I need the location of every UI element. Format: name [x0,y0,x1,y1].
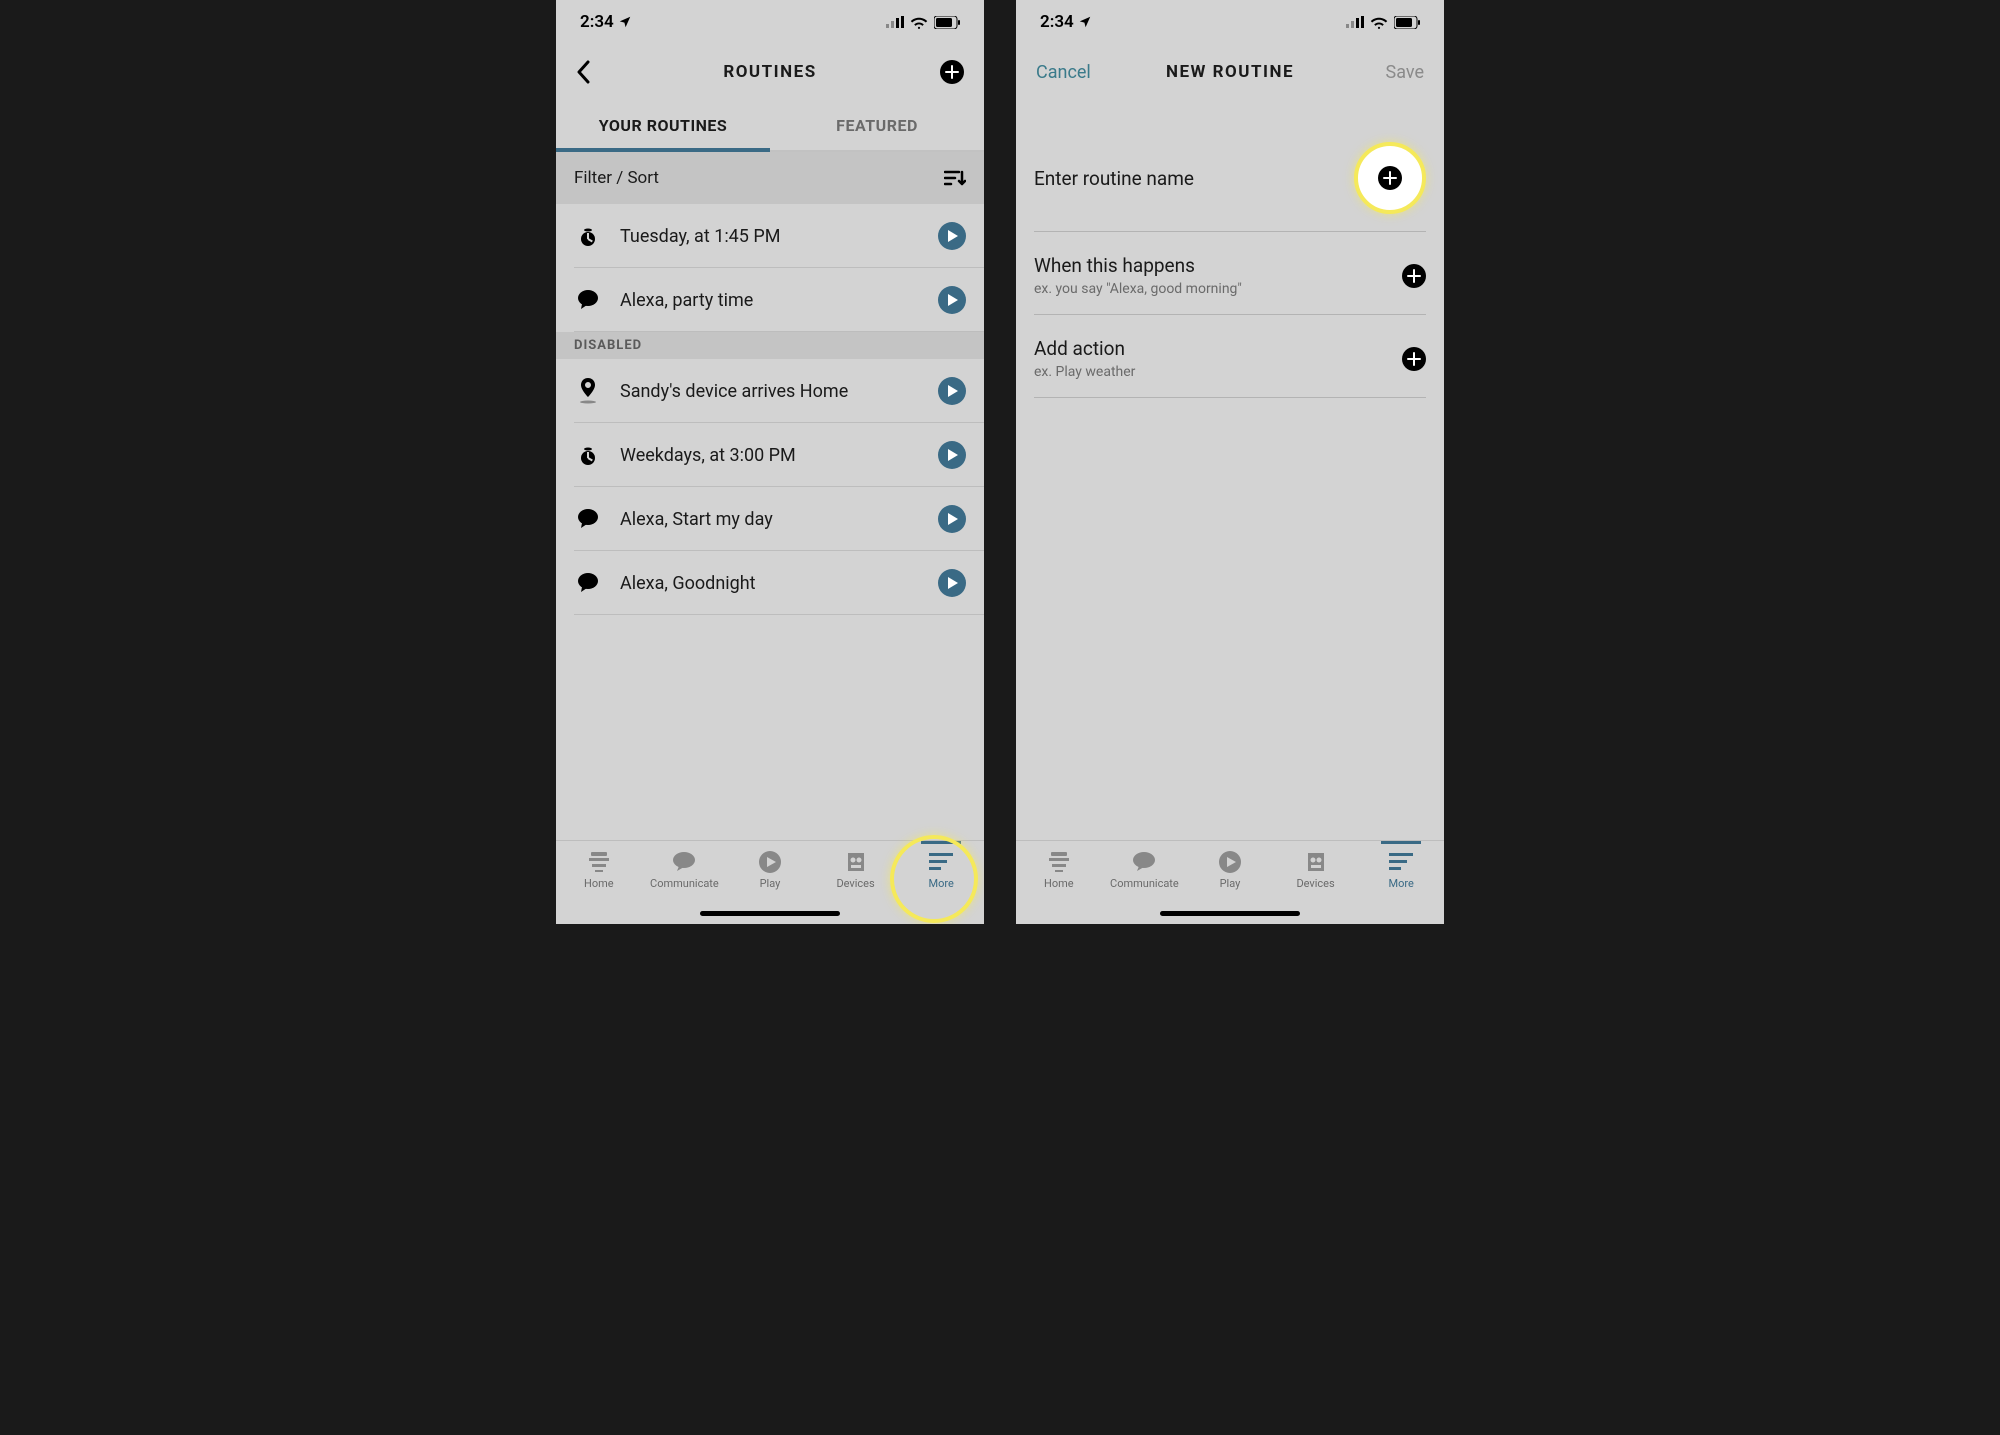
tab-home[interactable]: Home [1016,841,1102,924]
home-indicator [1160,911,1300,916]
add-action-button[interactable] [1402,347,1426,371]
battery-icon [934,16,960,29]
routine-row[interactable]: Alexa, party time [556,268,984,332]
add-name-button[interactable] [1378,166,1402,190]
alarm-icon [574,441,602,469]
cancel-button[interactable]: Cancel [1036,62,1091,83]
play-button[interactable] [938,222,966,250]
routine-row[interactable]: Sandy's device arrives Home [556,359,984,423]
speech-icon [574,286,602,314]
when-sub: ex. you say "Alexa, good morning" [1034,281,1390,297]
routine-label: Alexa, Goodnight [620,573,920,594]
add-trigger-button[interactable] [1402,264,1426,288]
routines-list: Tuesday, at 1:45 PM Alexa, party time DI… [556,204,984,840]
filter-sort-row[interactable]: Filter / Sort [556,152,984,204]
status-time: 2:34 [580,12,614,32]
play-button[interactable] [938,377,966,405]
status-time: 2:34 [1040,12,1074,32]
pin-icon [574,377,602,405]
routine-row[interactable]: Weekdays, at 3:00 PM [556,423,984,487]
play-button[interactable] [938,569,966,597]
routine-label: Tuesday, at 1:45 PM [620,226,920,247]
status-bar: 2:34 [556,0,984,44]
back-icon[interactable] [576,60,590,84]
add-routine-button[interactable] [940,60,964,84]
tab-bar: Home Communicate Play Devices More [556,840,984,924]
routine-row[interactable]: Tuesday, at 1:45 PM [556,204,984,268]
when-title: When this happens [1034,254,1390,277]
tab-your-routines[interactable]: YOUR ROUTINES [556,100,770,150]
wifi-icon [910,16,928,29]
signal-icon [886,16,904,28]
location-arrow-icon [618,15,632,29]
enter-name-row[interactable]: Enter routine name [1016,120,1444,232]
wifi-icon [1370,16,1388,29]
nav-bar: ROUTINES [556,44,984,100]
play-button[interactable] [938,441,966,469]
tab-bar: Home Communicate Play Devices More [1016,840,1444,924]
location-arrow-icon [1078,15,1092,29]
tab-home[interactable]: Home [556,841,642,924]
highlight-ring [1354,142,1426,214]
tab-more[interactable]: More [1358,841,1444,924]
right-phone: 2:34 Cancel NEW ROUTINE Save Enter routi… [1016,0,1444,924]
status-bar: 2:34 [1016,0,1444,44]
filter-sort-label: Filter / Sort [574,168,659,188]
routine-label: Alexa, party time [620,290,920,311]
home-indicator [700,911,840,916]
routine-label: Sandy's device arrives Home [620,381,920,402]
new-routine-list: Enter routine name When this happens ex.… [1016,100,1444,840]
routine-label: Alexa, Start my day [620,509,920,530]
nav-bar: Cancel NEW ROUTINE Save [1016,44,1444,100]
routine-row[interactable]: Alexa, Start my day [556,487,984,551]
routine-row[interactable]: Alexa, Goodnight [556,551,984,615]
tab-more[interactable]: More [898,841,984,924]
battery-icon [1394,16,1420,29]
speech-icon [574,505,602,533]
play-button[interactable] [938,286,966,314]
speech-icon [574,569,602,597]
save-button[interactable]: Save [1386,62,1425,83]
page-title: ROUTINES [636,62,904,82]
action-title: Add action [1034,337,1390,360]
signal-icon [1346,16,1364,28]
action-row[interactable]: Add action ex. Play weather [1016,315,1444,398]
action-sub: ex. Play weather [1034,364,1390,380]
enter-name-label: Enter routine name [1034,167,1342,190]
play-button[interactable] [938,505,966,533]
page-title: NEW ROUTINE [1096,62,1364,82]
when-row[interactable]: When this happens ex. you say "Alexa, go… [1016,232,1444,315]
left-phone: 2:34 ROUTINES YOUR ROUTINES FEATURED Fil… [556,0,984,924]
tabs: YOUR ROUTINES FEATURED [556,100,984,152]
routine-label: Weekdays, at 3:00 PM [620,445,920,466]
tab-featured[interactable]: FEATURED [770,100,984,150]
sort-icon [944,169,966,187]
alarm-icon [574,222,602,250]
disabled-header: DISABLED [556,332,984,359]
